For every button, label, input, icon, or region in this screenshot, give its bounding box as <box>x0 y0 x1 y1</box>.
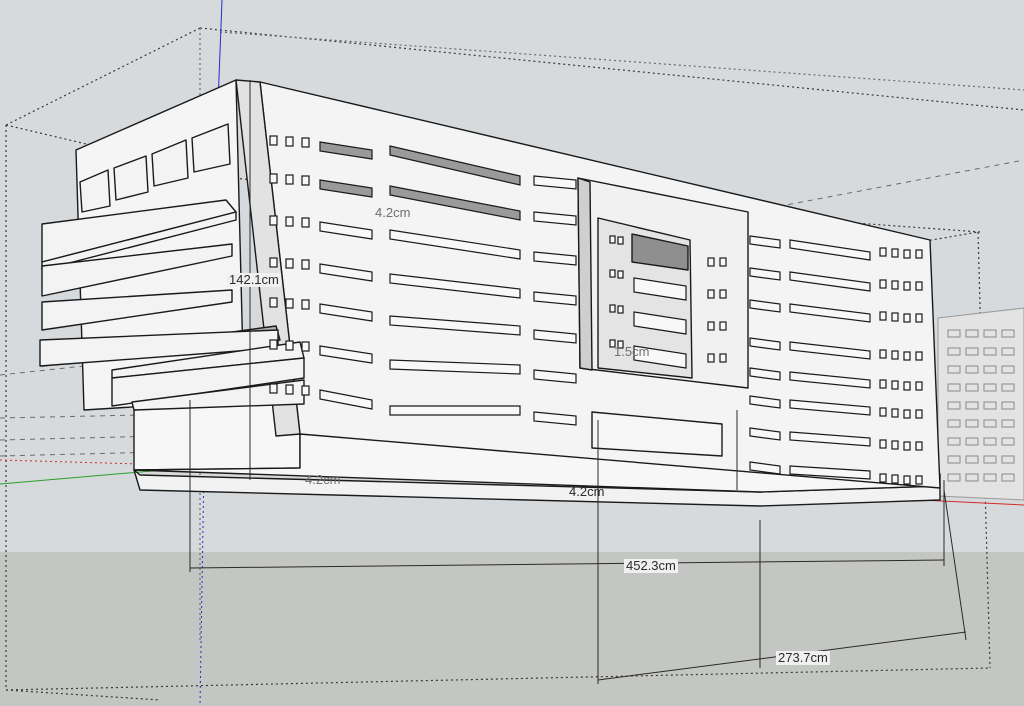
dimension-thickness-base-mid: 4.2cm <box>569 484 605 499</box>
window-square <box>891 312 899 322</box>
window-square <box>915 409 923 419</box>
window-square <box>891 474 899 484</box>
window-square <box>269 135 278 146</box>
ground-plane <box>0 552 1024 706</box>
window-square <box>903 441 911 451</box>
window-square <box>707 321 715 331</box>
window-square <box>891 408 899 418</box>
window-square <box>285 136 294 147</box>
window-square <box>269 257 278 268</box>
window-square <box>879 379 887 389</box>
window-square <box>891 350 899 360</box>
window-square <box>269 215 278 226</box>
window-square <box>903 351 911 361</box>
window-square <box>301 299 310 310</box>
window-square <box>285 298 294 309</box>
window-square <box>617 270 624 279</box>
window-square <box>879 407 887 417</box>
window-square <box>915 351 923 361</box>
window-square <box>301 137 310 148</box>
window-square <box>903 281 911 291</box>
window-square <box>719 321 727 331</box>
window-square <box>269 297 278 308</box>
window-square <box>301 341 310 352</box>
window-square <box>879 247 887 257</box>
window-square <box>617 236 624 245</box>
dimension-center-offset: 1.5cm <box>614 344 650 359</box>
window-square <box>903 313 911 323</box>
dimension-thickness-base-left: 4.2cm <box>305 472 341 487</box>
window-square <box>879 349 887 359</box>
3d-model-canvas[interactable] <box>0 0 1024 706</box>
window-square <box>891 280 899 290</box>
background-building <box>937 307 1024 501</box>
window-square <box>879 311 887 321</box>
window-square <box>915 381 923 391</box>
dimension-height: 142.1cm <box>227 272 281 287</box>
window-square <box>915 441 923 451</box>
window-square <box>879 279 887 289</box>
window-square <box>915 249 923 259</box>
window-square <box>879 473 887 483</box>
window-square <box>609 269 616 278</box>
window-square <box>609 235 616 244</box>
window-square <box>269 173 278 184</box>
window-square <box>269 383 278 394</box>
window-square <box>891 380 899 390</box>
dimension-thickness-top: 4.2cm <box>375 205 411 220</box>
window-square <box>285 216 294 227</box>
window-square <box>719 289 727 299</box>
window-square <box>707 289 715 299</box>
window-square <box>915 281 923 291</box>
window-square <box>879 439 887 449</box>
window-square <box>301 385 310 396</box>
window-square <box>891 440 899 450</box>
window-square <box>719 353 727 363</box>
window-square <box>285 258 294 269</box>
window-strip <box>389 405 521 416</box>
window-square <box>301 259 310 270</box>
window-square <box>903 409 911 419</box>
window-square <box>707 353 715 363</box>
window-square <box>903 249 911 259</box>
window-square <box>269 339 278 350</box>
window-square <box>915 475 923 485</box>
window-square <box>719 257 727 267</box>
window-square <box>617 305 624 314</box>
dimension-depth: 273.7cm <box>776 650 830 665</box>
window-square <box>301 175 310 186</box>
window-square <box>285 340 294 351</box>
window-square <box>915 313 923 323</box>
window-square <box>301 217 310 228</box>
window-square <box>285 384 294 395</box>
window-square <box>609 304 616 313</box>
window-square <box>285 174 294 185</box>
dimension-length: 452.3cm <box>624 558 678 573</box>
sketchup-viewport[interactable]: 142.1cm 4.2cm 4.2cm 4.2cm 1.5cm 452.3cm … <box>0 0 1024 706</box>
window-square <box>891 248 899 258</box>
window-square <box>903 475 911 485</box>
window-square <box>707 257 715 267</box>
window-square <box>903 381 911 391</box>
